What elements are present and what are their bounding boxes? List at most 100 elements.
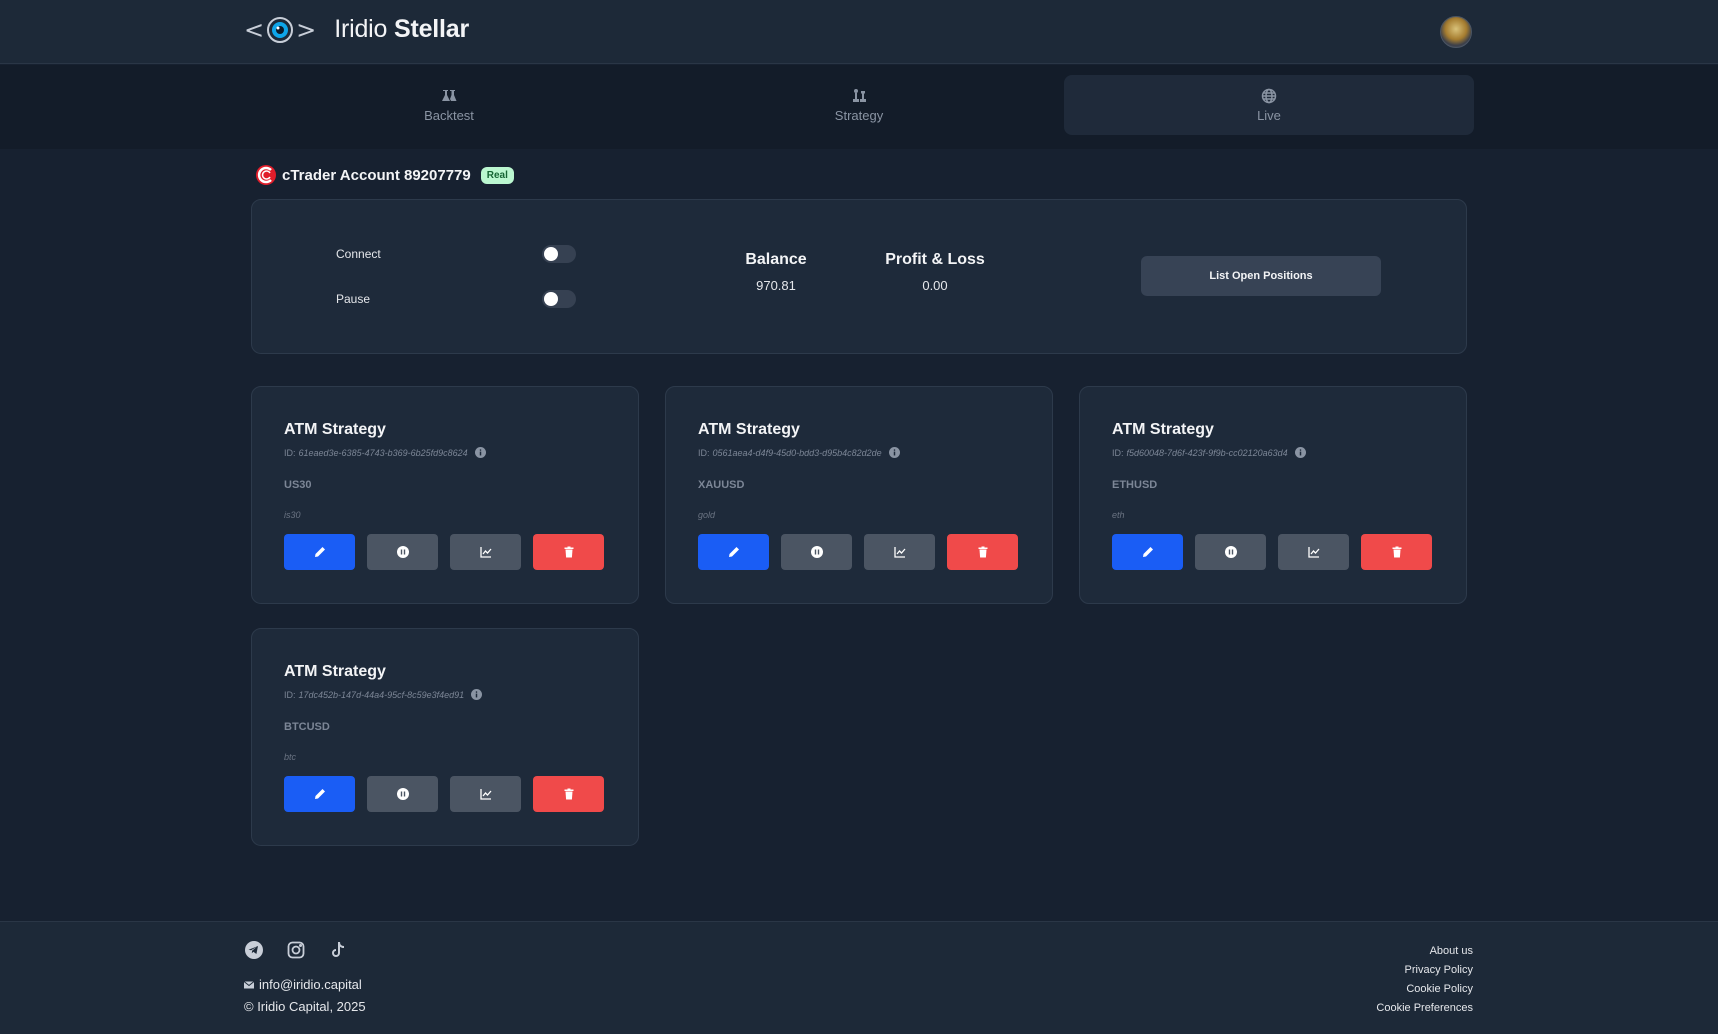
pnl-value: 0.00 — [922, 278, 948, 293]
tab-backtest[interactable]: Backtest — [244, 75, 654, 135]
footer-link-privacy[interactable]: Privacy Policy — [1376, 961, 1473, 980]
info-icon[interactable] — [474, 447, 486, 458]
delete-button[interactable] — [947, 534, 1018, 570]
pause-button[interactable] — [367, 534, 438, 570]
list-open-positions-button[interactable]: List Open Positions — [1141, 256, 1381, 296]
footer-link-cookie-policy[interactable]: Cookie Policy — [1376, 980, 1473, 999]
chart-button[interactable] — [864, 534, 935, 570]
pause-button[interactable] — [1195, 534, 1266, 570]
line-chart-icon — [1307, 547, 1319, 558]
strategy-description: btc — [284, 752, 297, 762]
balance-label: Balance — [745, 251, 807, 268]
pause-label: Pause — [336, 292, 371, 306]
pencil-icon — [314, 547, 325, 557]
line-chart-icon — [479, 789, 491, 800]
avatar[interactable] — [1440, 16, 1472, 48]
edit-button[interactable] — [284, 776, 355, 812]
strategy-description: eth — [1112, 510, 1125, 520]
pnl-label: Profit & Loss — [885, 251, 985, 268]
edit-button[interactable] — [698, 534, 769, 570]
telegram-icon[interactable] — [244, 940, 264, 960]
strategy-card: ATM Strategy ID: f5d60048-7d6f-423f-9f9b… — [1079, 386, 1467, 604]
tab-label: Live — [1257, 107, 1281, 123]
contact-email[interactable]: info@iridio.capital — [244, 977, 362, 992]
trash-icon — [564, 788, 573, 800]
strategy-name: ATM Strategy — [1112, 421, 1214, 438]
balance-value: 970.81 — [756, 278, 796, 293]
logo[interactable]: < > Iridio Stellar — [244, 15, 469, 44]
info-icon[interactable] — [471, 689, 483, 700]
trash-icon — [564, 546, 573, 558]
flask-icon — [442, 89, 457, 101]
strategy-actions — [284, 776, 604, 812]
tab-label: Strategy — [834, 107, 884, 123]
pause-circle-icon — [396, 546, 409, 558]
chess-icon — [853, 88, 866, 102]
strategy-actions — [698, 534, 1018, 570]
strategy-id-value: 17dc452b-147d-44a4-95cf-8c59e3f4ed91 — [298, 689, 465, 700]
copyright: © Iridio Capital, 2025 — [244, 999, 366, 1014]
chart-button[interactable] — [1278, 534, 1349, 570]
line-chart-icon — [893, 547, 905, 558]
strategy-card: ATM Strategy ID: 61eaed3e-6385-4743-b369… — [251, 386, 639, 604]
strategy-card: ATM Strategy ID: 17dc452b-147d-44a4-95cf… — [251, 628, 639, 846]
delete-button[interactable] — [533, 534, 604, 570]
chart-button[interactable] — [450, 534, 521, 570]
strategy-id: ID: 0561aea4-d4f9-45d0-bdd3-d95b4c82d2de — [698, 447, 900, 458]
logo-bracket-left: < — [244, 15, 265, 44]
strategy-actions — [284, 534, 604, 570]
app-header: < > Iridio Stellar — [0, 0, 1718, 64]
globe-icon — [1261, 88, 1277, 103]
strategy-id: ID: f5d60048-7d6f-423f-9f9b-cc02120a63d4 — [1112, 447, 1306, 458]
connect-toggle[interactable] — [542, 245, 576, 263]
footer-link-about[interactable]: About us — [1376, 942, 1473, 961]
pause-toggle[interactable] — [542, 290, 576, 308]
strategy-id-label: ID: — [284, 447, 296, 458]
footer: info@iridio.capital © Iridio Capital, 20… — [0, 921, 1718, 1034]
strategy-card: ATM Strategy ID: 0561aea4-d4f9-45d0-bdd3… — [665, 386, 1053, 604]
edit-button[interactable] — [284, 534, 355, 570]
mail-icon — [244, 980, 254, 988]
pause-button[interactable] — [367, 776, 438, 812]
pnl-stat: Profit & Loss 0.00 — [880, 251, 990, 293]
strategy-symbol: XAUUSD — [698, 479, 745, 491]
strategy-actions — [1112, 534, 1432, 570]
pencil-icon — [728, 547, 739, 557]
strategy-symbol: US30 — [284, 479, 312, 491]
pause-button[interactable] — [781, 534, 852, 570]
pencil-icon — [1142, 547, 1153, 557]
tiktok-icon[interactable] — [328, 940, 348, 960]
ctrader-icon — [256, 165, 276, 185]
strategy-id-value: 61eaed3e-6385-4743-b369-6b25fd9c8624 — [298, 447, 468, 458]
strategy-description: gold — [698, 510, 716, 520]
tab-live[interactable]: Live — [1064, 75, 1474, 135]
email-text: info@iridio.capital — [259, 977, 362, 992]
account-title: cTrader Account 89207779 Real — [256, 165, 514, 185]
info-icon[interactable] — [888, 447, 900, 458]
eye-icon — [267, 16, 294, 43]
account-name: cTrader Account 89207779 — [282, 166, 471, 184]
chart-button[interactable] — [450, 776, 521, 812]
main-tabs: Backtest Strategy Live — [0, 65, 1718, 149]
delete-button[interactable] — [1361, 534, 1432, 570]
strategy-name: ATM Strategy — [284, 421, 386, 438]
account-card: Connect Pause Balance 970.81 Profit & Lo… — [251, 199, 1467, 354]
strategy-id: ID: 61eaed3e-6385-4743-b369-6b25fd9c8624 — [284, 447, 486, 458]
strategy-id-label: ID: — [284, 689, 296, 700]
instagram-icon[interactable] — [286, 940, 306, 960]
strategy-id-value: f5d60048-7d6f-423f-9f9b-cc02120a63d4 — [1126, 447, 1288, 458]
pencil-icon — [314, 789, 325, 799]
footer-link-cookie-preferences[interactable]: Cookie Preferences — [1376, 999, 1473, 1018]
trash-icon — [1392, 546, 1401, 558]
strategy-id-label: ID: — [1112, 447, 1124, 458]
strategy-id-value: 0561aea4-d4f9-45d0-bdd3-d95b4c82d2de — [712, 447, 882, 458]
tab-strategy[interactable]: Strategy — [654, 75, 1064, 135]
strategy-description: is30 — [284, 510, 301, 520]
info-icon[interactable] — [1294, 447, 1306, 458]
delete-button[interactable] — [533, 776, 604, 812]
edit-button[interactable] — [1112, 534, 1183, 570]
footer-links: About us Privacy Policy Cookie Policy Co… — [1376, 942, 1473, 1018]
trash-icon — [978, 546, 987, 558]
logo-bracket-right: > — [296, 15, 317, 44]
pause-circle-icon — [396, 788, 409, 800]
